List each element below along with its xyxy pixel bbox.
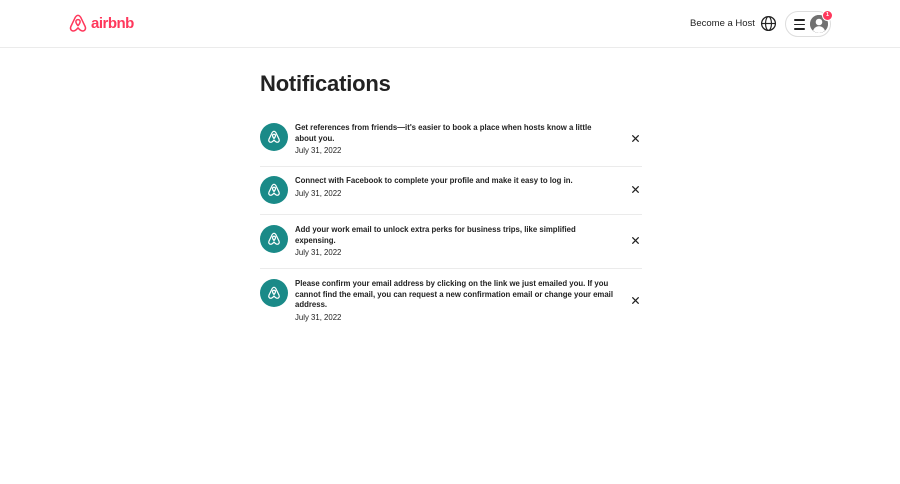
top-navigation-bar: airbnb Become a Host 1 <box>0 0 900 48</box>
dismiss-close-icon[interactable] <box>630 184 641 195</box>
notification-date: July 31, 2022 <box>295 248 342 257</box>
notification-date: July 31, 2022 <box>295 188 342 198</box>
airbnb-logo-icon <box>268 183 280 196</box>
airbnb-logo[interactable]: airbnb <box>68 13 134 34</box>
notification-message: Add your work email to unlock extra perk… <box>295 225 576 245</box>
become-a-host-link[interactable]: Become a Host <box>684 12 761 36</box>
notification-avatar <box>260 123 288 151</box>
notification-avatar <box>260 279 288 307</box>
notifications-list: Get references from friends—it's easier … <box>260 114 642 333</box>
dismiss-close-icon[interactable] <box>630 133 641 144</box>
brand-name: airbnb <box>91 14 134 32</box>
airbnb-logo-icon <box>69 14 87 32</box>
profile-menu-button[interactable]: 1 <box>785 10 833 37</box>
notification-item[interactable]: Please confirm your email address by cli… <box>260 269 642 333</box>
notification-date: July 31, 2022 <box>295 312 342 322</box>
notification-item[interactable]: Connect with Facebook to complete your p… <box>260 167 642 215</box>
notification-item[interactable]: Get references from friends—it's easier … <box>260 114 642 167</box>
airbnb-logo-icon <box>268 130 280 143</box>
notification-count-badge: 1 <box>822 10 833 21</box>
notification-avatar <box>260 225 288 253</box>
globe-icon[interactable] <box>760 15 777 32</box>
page-title: Notifications <box>260 71 391 96</box>
dismiss-close-icon[interactable] <box>630 295 641 306</box>
notification-item[interactable]: Add your work email to unlock extra perk… <box>260 215 642 269</box>
notification-avatar <box>260 176 288 204</box>
notification-message: Connect with Facebook to complete your p… <box>295 176 573 185</box>
hamburger-menu-icon <box>794 19 805 30</box>
notification-message: Get references from friends—it's easier … <box>295 123 592 143</box>
notification-date: July 31, 2022 <box>295 146 342 155</box>
dismiss-close-icon[interactable] <box>630 235 641 246</box>
airbnb-logo-icon <box>268 232 280 245</box>
notification-message: Please confirm your email address by cli… <box>295 279 614 309</box>
airbnb-logo-icon <box>268 286 280 299</box>
